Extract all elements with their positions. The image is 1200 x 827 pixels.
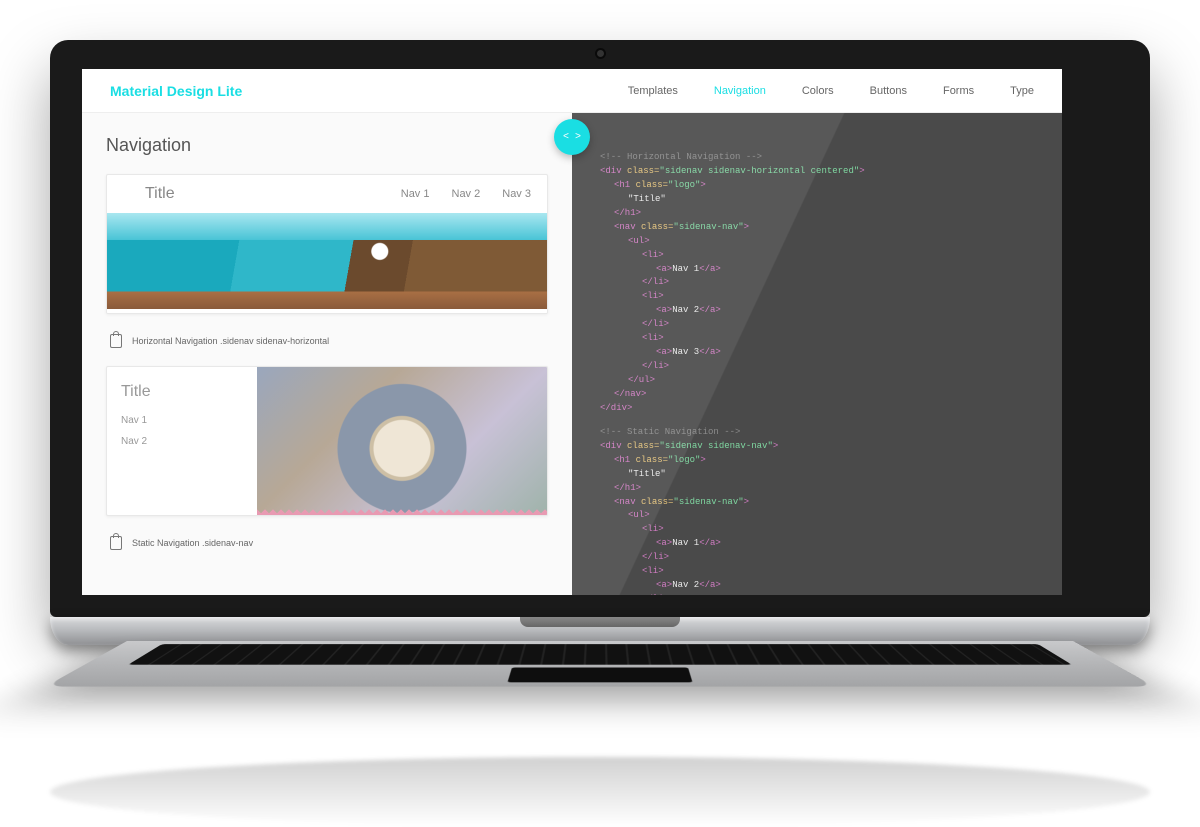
code-panel: <!-- Horizontal Navigation --> <div clas…	[572, 113, 1062, 595]
screen-bezel: Material Design Lite Templates Navigatio…	[50, 40, 1150, 617]
card-a-image	[107, 213, 547, 309]
nav-type[interactable]: Type	[1010, 85, 1034, 97]
code-block-2: <!-- Static Navigation --> <div class="s…	[600, 426, 1042, 595]
reflection	[50, 757, 1150, 827]
section-title: Navigation	[106, 135, 548, 156]
content-split: Navigation Title Nav 1 Nav 2 Nav 3	[82, 113, 1062, 595]
card-b-title: Title	[121, 383, 243, 401]
keyboard	[45, 641, 1154, 687]
static-nav-card: Title Nav 1 Nav 2	[106, 366, 548, 516]
nav-forms[interactable]: Forms	[943, 85, 974, 97]
nav-colors[interactable]: Colors	[802, 85, 834, 97]
card-a-link-3[interactable]: Nav 3	[502, 188, 531, 200]
nav-templates[interactable]: Templates	[628, 85, 678, 97]
card-b-caption-row: Static Navigation .sidenav-nav	[106, 526, 548, 568]
brand-title[interactable]: Material Design Lite	[110, 83, 242, 99]
card-a-title: Title	[145, 185, 175, 203]
card-a-caption: Horizontal Navigation .sidenav sidenav-h…	[132, 336, 329, 346]
clipboard-icon[interactable]	[110, 334, 122, 348]
card-b-caption: Static Navigation .sidenav-nav	[132, 538, 253, 548]
card-b-sidebar: Title Nav 1 Nav 2	[107, 367, 257, 515]
card-b-link-2[interactable]: Nav 2	[121, 436, 243, 447]
card-a-caption-row: Horizontal Navigation .sidenav sidenav-h…	[106, 324, 548, 366]
code-block-1: <!-- Horizontal Navigation --> <div clas…	[600, 151, 1042, 416]
card-b-link-1[interactable]: Nav 1	[121, 415, 243, 426]
laptop-mockup: Material Design Lite Templates Navigatio…	[50, 40, 1150, 827]
keyboard-deck	[50, 641, 1150, 751]
card-b-image	[257, 367, 547, 515]
code-toggle-fab[interactable]: < >	[554, 119, 590, 155]
card-a-link-2[interactable]: Nav 2	[452, 188, 481, 200]
nav-navigation[interactable]: Navigation	[714, 85, 766, 97]
clipboard-icon[interactable]	[110, 536, 122, 550]
card-a-header: Title Nav 1 Nav 2 Nav 3	[107, 175, 547, 213]
horizontal-nav-card: Title Nav 1 Nav 2 Nav 3	[106, 174, 548, 314]
screen: Material Design Lite Templates Navigatio…	[82, 69, 1062, 595]
top-nav: Templates Navigation Colors Buttons Form…	[628, 85, 1034, 97]
nav-buttons[interactable]: Buttons	[870, 85, 907, 97]
topbar: Material Design Lite Templates Navigatio…	[82, 69, 1062, 113]
webcam-icon	[597, 50, 604, 57]
zigzag-divider-pink	[257, 507, 547, 515]
preview-panel: Navigation Title Nav 1 Nav 2 Nav 3	[82, 113, 572, 595]
card-a-link-1[interactable]: Nav 1	[401, 188, 430, 200]
